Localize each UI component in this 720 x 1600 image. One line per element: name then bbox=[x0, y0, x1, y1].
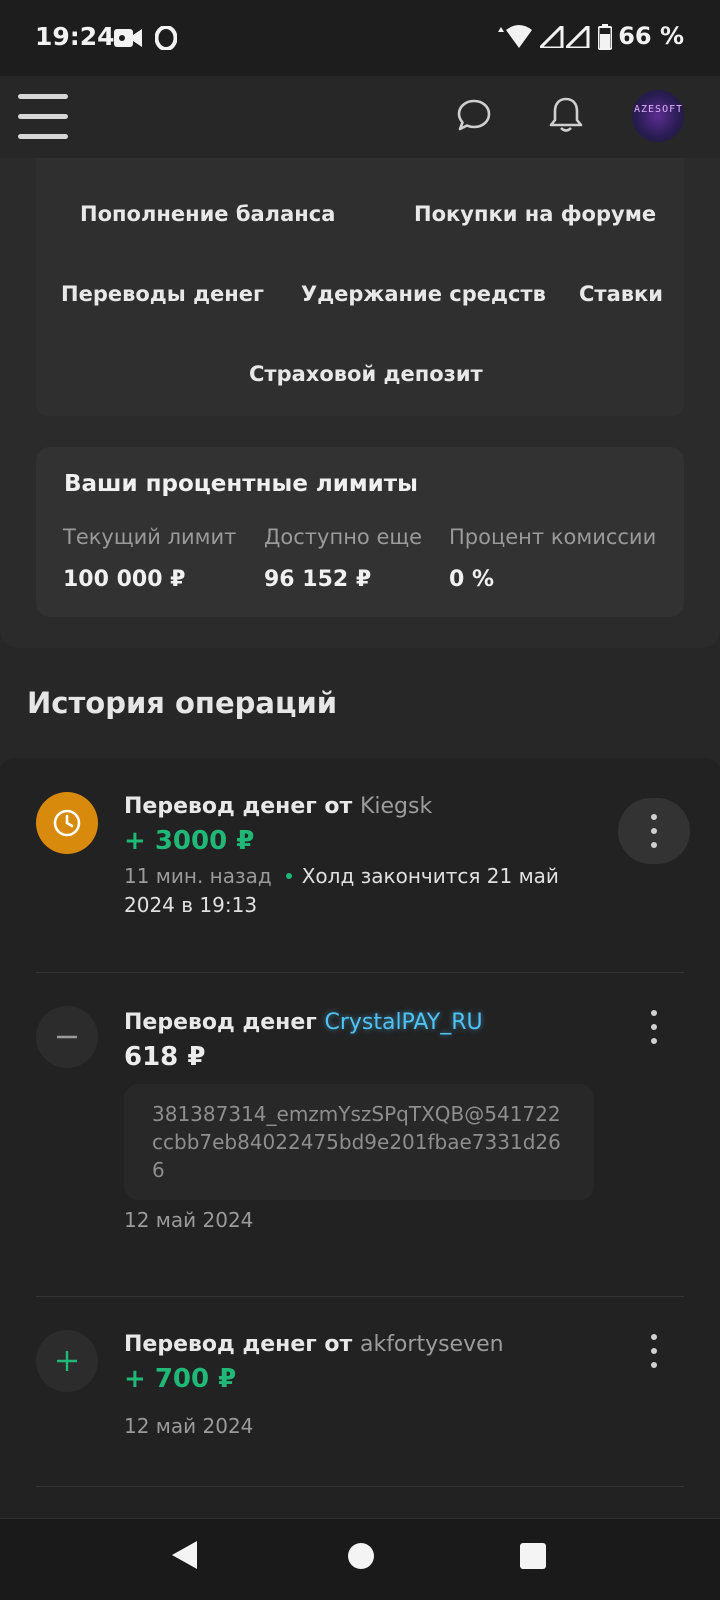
user-link[interactable]: CrystalPAY_RU bbox=[324, 1010, 482, 1035]
minus-icon bbox=[57, 1035, 77, 1039]
operation-title: Перевод денег от akfortyseven bbox=[124, 1332, 504, 1357]
clock-icon bbox=[53, 809, 81, 837]
user-link[interactable]: Kiegsk bbox=[360, 794, 432, 819]
commission-value: 0 % bbox=[449, 567, 495, 592]
current-limit-label: Текущий лимит bbox=[63, 525, 237, 549]
operation-meta: 11 мин. назад Холд закончится 21 май 2024… bbox=[124, 862, 594, 920]
operations-list: Перевод денег от Kiegsk + 3000 ₽ 11 мин.… bbox=[0, 758, 720, 1518]
operation-amount: 618 ₽ bbox=[124, 1042, 206, 1072]
app-bar: AZESOFT bbox=[0, 76, 720, 158]
signal-icon-2 bbox=[566, 26, 590, 48]
operation-type: Перевод денег bbox=[124, 1010, 317, 1035]
filter-funds-hold[interactable]: Удержание средств bbox=[301, 282, 546, 306]
more-options-button[interactable] bbox=[618, 798, 690, 864]
operation-type: Перевод денег от bbox=[124, 1332, 353, 1357]
hold-status-badge bbox=[36, 792, 98, 854]
filter-balance-topup[interactable]: Пополнение баланса bbox=[80, 202, 335, 226]
filter-bets[interactable]: Ставки bbox=[579, 282, 663, 306]
chat-bubble-icon[interactable] bbox=[456, 98, 492, 134]
filter-insurance-deposit[interactable]: Страховой депозит bbox=[249, 362, 483, 386]
operation-date: 12 май 2024 bbox=[124, 1414, 254, 1438]
battery-percent: 66 % bbox=[618, 22, 684, 50]
history-title: История операций bbox=[27, 686, 338, 720]
divider bbox=[36, 1296, 684, 1297]
operation-title: Перевод денег от Kiegsk bbox=[124, 794, 432, 819]
operation-title: Перевод денег CrystalPAY_RU bbox=[124, 1010, 483, 1035]
bell-icon[interactable] bbox=[548, 96, 584, 134]
separator-dot bbox=[285, 873, 292, 879]
opera-icon bbox=[155, 26, 177, 50]
hamburger-menu-icon[interactable] bbox=[18, 94, 68, 140]
commission-label: Процент комиссии bbox=[449, 525, 657, 549]
outgoing-badge bbox=[36, 1006, 98, 1068]
recent-apps-icon[interactable] bbox=[520, 1543, 546, 1569]
filter-forum-purchases[interactable]: Покупки на форуме bbox=[414, 202, 656, 226]
percent-limits-card: Ваши процентные лимиты Текущий лимит Дос… bbox=[36, 447, 684, 617]
divider bbox=[36, 972, 684, 973]
filter-money-transfers[interactable]: Переводы денег bbox=[61, 282, 264, 306]
more-options-button[interactable] bbox=[618, 994, 690, 1060]
operation-comment: 381387314_emzmYszSPqTXQB@541722ccbb7eb84… bbox=[124, 1084, 594, 1200]
home-icon[interactable] bbox=[348, 1543, 374, 1569]
battery-icon bbox=[598, 24, 612, 50]
signal-icon bbox=[540, 26, 564, 48]
avatar-text: AZESOFT bbox=[634, 104, 684, 115]
incoming-badge bbox=[36, 1330, 98, 1392]
limits-title: Ваши процентные лимиты bbox=[64, 471, 418, 497]
available-value: 96 152 ₽ bbox=[264, 567, 372, 592]
operation-type: Перевод денег от bbox=[124, 794, 353, 819]
operation-date: 12 май 2024 bbox=[124, 1208, 254, 1232]
system-nav-bar bbox=[0, 1518, 720, 1600]
video-camera-icon bbox=[114, 29, 142, 47]
operation-filters: Пополнение баланса Покупки на форуме Пер… bbox=[36, 158, 684, 416]
more-options-button[interactable] bbox=[618, 1318, 690, 1384]
divider bbox=[36, 1486, 684, 1487]
status-bar: 19:24 66 % bbox=[0, 0, 720, 76]
back-icon[interactable] bbox=[172, 1541, 197, 1569]
wifi-icon bbox=[498, 25, 532, 48]
plus-icon bbox=[57, 1351, 77, 1371]
user-link[interactable]: akfortyseven bbox=[360, 1332, 504, 1357]
operation-amount: + 700 ₽ bbox=[124, 1364, 237, 1394]
available-label: Доступно еще bbox=[264, 525, 423, 549]
current-limit-value: 100 000 ₽ bbox=[63, 567, 186, 592]
avatar[interactable]: AZESOFT bbox=[632, 90, 684, 142]
operation-amount: + 3000 ₽ bbox=[124, 826, 255, 856]
status-time: 19:24 bbox=[35, 22, 115, 51]
operation-time: 11 мин. назад bbox=[124, 864, 272, 888]
